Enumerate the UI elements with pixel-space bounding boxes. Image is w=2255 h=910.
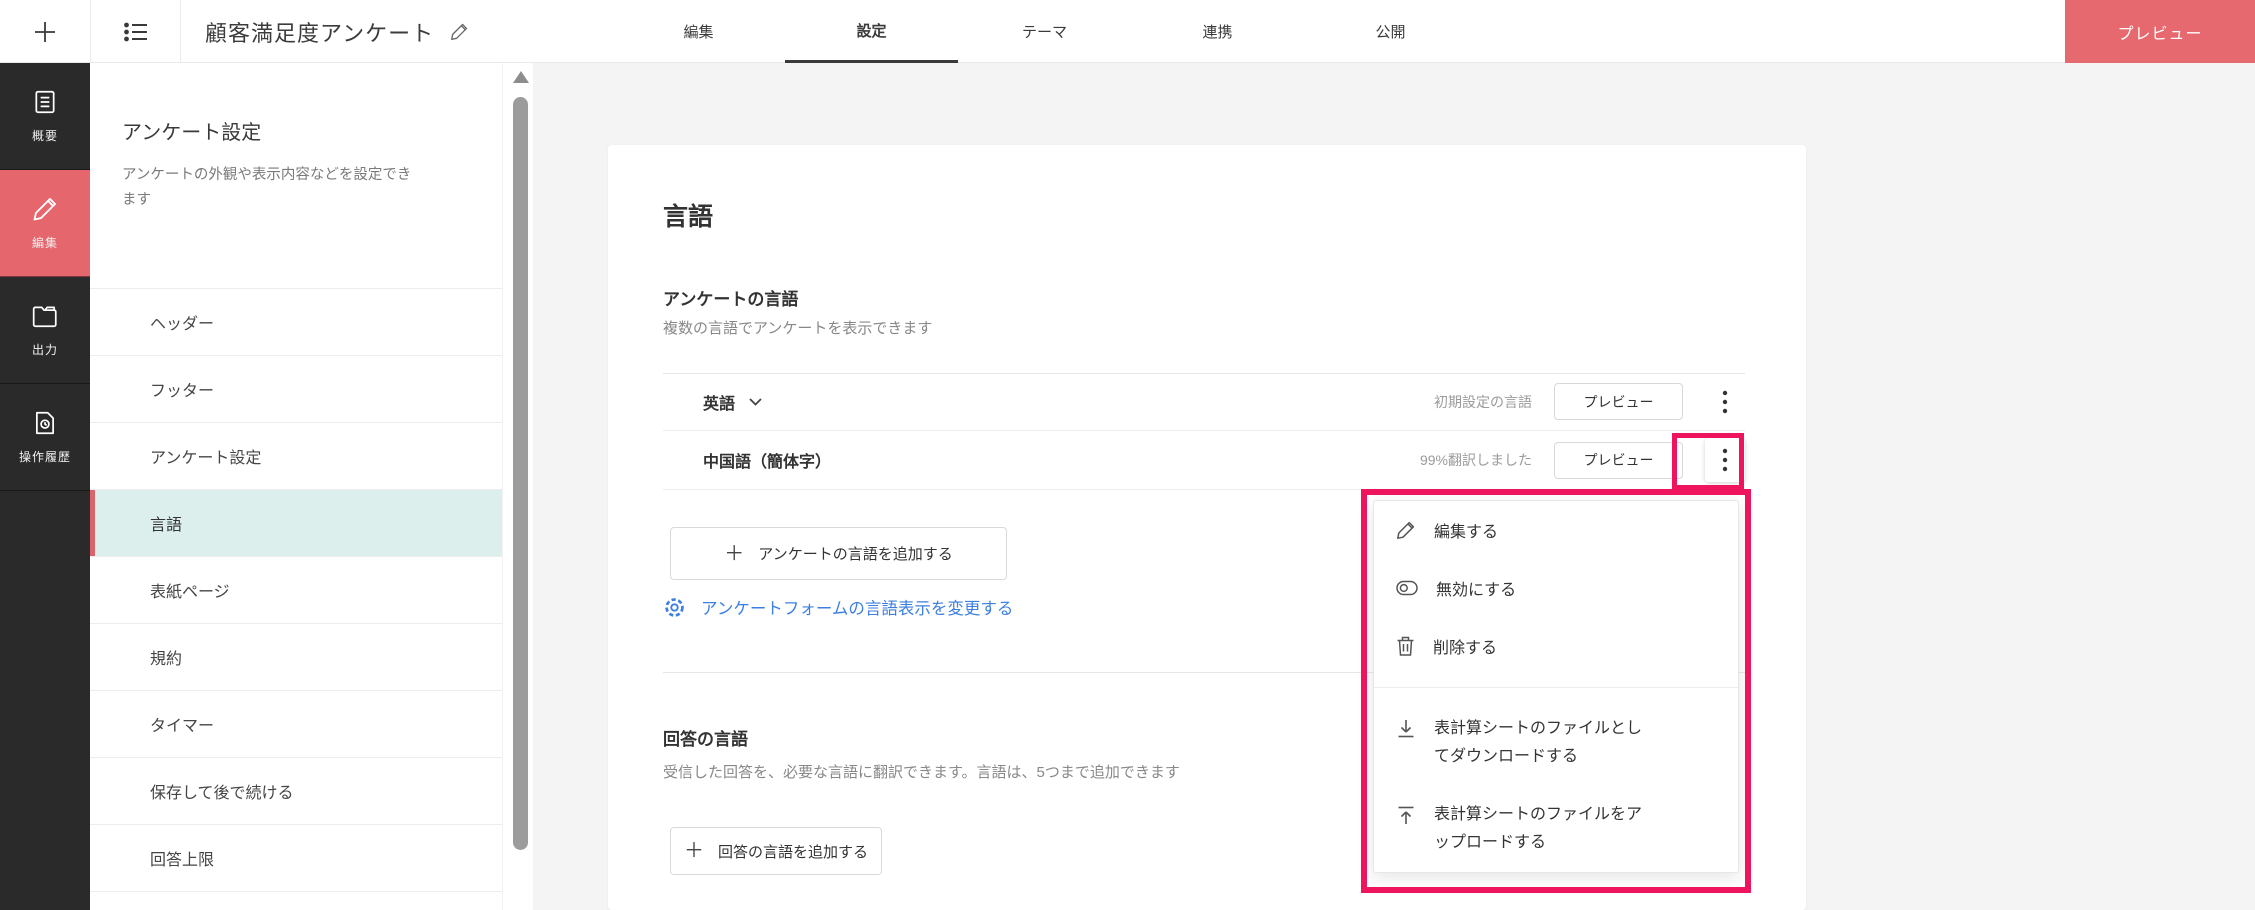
nav-item-output[interactable]: 出力 <box>0 277 90 384</box>
language-meta: 99%翻訳しました <box>1419 452 1532 468</box>
nav-item-label: 操作履歴 <box>18 449 71 464</box>
menu-item-label: 削除する <box>1433 640 1498 657</box>
settings-item-cover-page[interactable]: 表紙ページ <box>90 556 502 623</box>
list-icon <box>123 22 147 41</box>
nav-item-label: 編集 <box>31 236 58 250</box>
language-name-text: 中国語（簡体字） <box>703 454 832 471</box>
menu-item-upload-spreadsheet[interactable]: 表計算シートのファイルをアップロードする <box>1374 786 1738 872</box>
kebab-icon <box>1722 390 1728 413</box>
survey-list-button[interactable] <box>91 0 180 63</box>
topbar-divider <box>180 0 181 63</box>
tab-settings[interactable]: 設定 <box>785 0 958 63</box>
menu-item-label: 表計算シートのファイルとしてダウンロードする <box>1434 720 1643 765</box>
preview-language-button[interactable]: プレビュー <box>1554 441 1683 479</box>
menu-item-label: 無効にする <box>1436 582 1517 599</box>
left-nav: 概要 編集 出力 操作履歴 <box>0 63 90 910</box>
settings-panel: アンケート設定 アンケートの外観や表示内容などを設定できます ヘッダー フッター… <box>90 63 533 910</box>
edit-title-pencil-icon[interactable] <box>450 22 469 41</box>
menu-item-disable[interactable]: 無効にする <box>1374 559 1738 617</box>
pencil-icon <box>1397 521 1415 539</box>
answer-language-heading: 回答の言語 <box>663 730 748 749</box>
scrollbar-up-arrow[interactable] <box>513 71 529 83</box>
topbar: 顧客満足度アンケート 編集 設定 テーマ 連携 公開 プレビュー <box>0 0 2255 63</box>
pencil-icon <box>33 198 56 221</box>
change-language-display-link[interactable]: アンケートフォームの言語表示を変更する <box>663 595 1013 619</box>
settings-item-response-limit[interactable]: 回答上限 <box>90 824 502 891</box>
menu-item-download-spreadsheet[interactable]: 表計算シートのファイルとしてダウンロードする <box>1374 700 1738 786</box>
nav-item-label: 概要 <box>31 128 58 143</box>
plus-icon: ＋ <box>724 542 745 565</box>
settings-item-survey-settings[interactable]: アンケート設定 <box>90 422 502 489</box>
language-meta: 初期設定の言語 <box>1434 393 1532 410</box>
row-menu-button-active[interactable] <box>1705 438 1745 482</box>
language-name: 英語 <box>703 395 736 413</box>
answer-language-description: 受信した回答を、必要な言語に翻訳できます。言語は、5つまで追加できます <box>663 764 1180 781</box>
panel-scrollbar-thumb[interactable] <box>513 97 528 850</box>
nav-item-label: 出力 <box>31 342 58 357</box>
survey-language-description: 複数の言語でアンケートを表示できます <box>663 320 933 337</box>
app-window: 顧客満足度アンケート 編集 設定 テーマ 連携 公開 プレビュー 概要 編集 出… <box>0 0 2255 910</box>
gear-icon <box>665 597 684 617</box>
panel-heading: アンケート設定 <box>122 122 262 144</box>
add-survey-language-label: アンケートの言語を追加する <box>758 546 953 563</box>
menu-divider <box>1374 687 1738 688</box>
menu-item-label: 編集する <box>1434 524 1499 541</box>
panel-description: アンケートの外観や表示内容などを設定できます <box>122 167 412 208</box>
tab-publish[interactable]: 公開 <box>1304 0 1477 63</box>
plus-icon <box>35 21 55 42</box>
language-name[interactable]: 中国語（簡体字） <box>703 448 831 472</box>
trash-icon <box>1397 636 1414 656</box>
change-language-display-label: アンケートフォームの言語表示を変更する <box>701 600 1014 618</box>
settings-item-footer[interactable]: フッター <box>90 355 502 422</box>
settings-item-same-user-limit[interactable]: 同じユーザーの回答上限 <box>90 891 502 910</box>
add-survey-language-button[interactable]: ＋ アンケートの言語を追加する <box>670 527 1007 580</box>
add-answer-language-button[interactable]: ＋ 回答の言語を追加する <box>670 827 882 875</box>
language-row-chinese: 中国語（簡体字） 99%翻訳しました プレビュー <box>663 431 1745 490</box>
page-title: 言語 <box>663 203 714 231</box>
nav-item-overview[interactable]: 概要 <box>0 63 90 170</box>
file-clock-icon <box>36 411 54 434</box>
settings-item-terms[interactable]: 規約 <box>90 623 502 690</box>
add-survey-button[interactable] <box>0 0 90 63</box>
settings-item-language[interactable]: 言語 <box>90 489 502 556</box>
language-name-dropdown[interactable]: 英語 <box>703 390 762 414</box>
language-row-english: 英語 初期設定の言語 プレビュー <box>663 373 1745 431</box>
row-context-menu: 編集する 無効にする 削除する 表計算シートのファイルとしてダウンロードする 表… <box>1373 500 1739 873</box>
add-answer-language-label: 回答の言語を追加する <box>717 843 868 861</box>
settings-item-timer[interactable]: タイマー <box>90 690 502 757</box>
menu-item-label: 表計算シートのファイルをアップロードする <box>1434 806 1643 851</box>
menu-item-delete[interactable]: 削除する <box>1374 617 1738 675</box>
settings-list: ヘッダー フッター アンケート設定 言語 表紙ページ 規約 タイマー 保存して後… <box>90 288 502 910</box>
download-icon <box>1398 720 1414 738</box>
settings-item-save-continue[interactable]: 保存して後で続ける <box>90 757 502 824</box>
nav-item-history[interactable]: 操作履歴 <box>0 384 90 491</box>
main-tabs: 編集 設定 テーマ 連携 公開 <box>612 0 1477 63</box>
menu-item-edit[interactable]: 編集する <box>1374 501 1738 559</box>
folder-icon <box>32 306 57 327</box>
kebab-icon <box>1722 448 1728 472</box>
document-icon <box>35 90 55 113</box>
toggle-icon <box>1396 580 1418 596</box>
survey-title: 顧客満足度アンケート <box>205 20 435 46</box>
preview-button[interactable]: プレビュー <box>2065 0 2255 63</box>
plus-icon: ＋ <box>683 840 704 862</box>
nav-item-edit[interactable]: 編集 <box>0 170 90 277</box>
upload-icon <box>1398 806 1414 824</box>
tab-integrations[interactable]: 連携 <box>1131 0 1304 63</box>
tab-edit[interactable]: 編集 <box>612 0 785 63</box>
row-menu-button[interactable] <box>1705 380 1745 424</box>
settings-item-header[interactable]: ヘッダー <box>90 288 502 355</box>
chevron-down-icon <box>749 397 762 406</box>
preview-language-button[interactable]: プレビュー <box>1554 383 1683 420</box>
survey-language-heading: アンケートの言語 <box>663 290 799 309</box>
tab-theme[interactable]: テーマ <box>958 0 1131 63</box>
